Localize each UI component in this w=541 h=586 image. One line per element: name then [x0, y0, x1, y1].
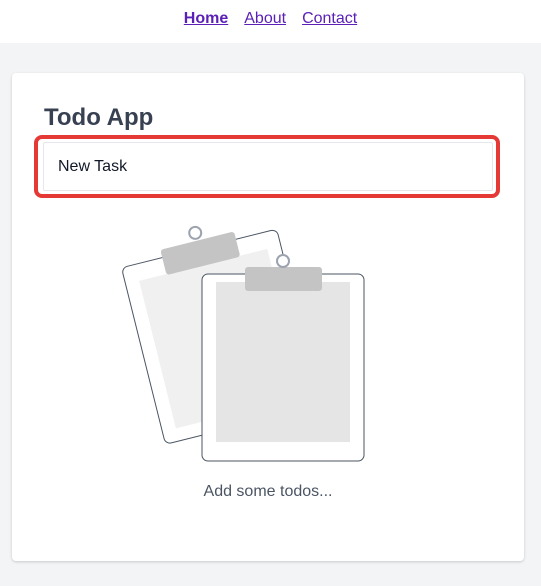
nav-link-contact[interactable]: Contact: [302, 9, 357, 29]
empty-state-message: Add some todos...: [203, 483, 333, 500]
clipboards-illustration-icon: [122, 225, 365, 462]
nav-link-about[interactable]: About: [244, 9, 286, 29]
page-title: Todo App: [44, 104, 154, 131]
top-nav: Home About Contact: [0, 0, 541, 43]
new-task-input[interactable]: [43, 142, 493, 191]
nav-link-home[interactable]: Home: [184, 9, 228, 29]
todo-card: Todo App Add some todos...: [12, 73, 524, 561]
